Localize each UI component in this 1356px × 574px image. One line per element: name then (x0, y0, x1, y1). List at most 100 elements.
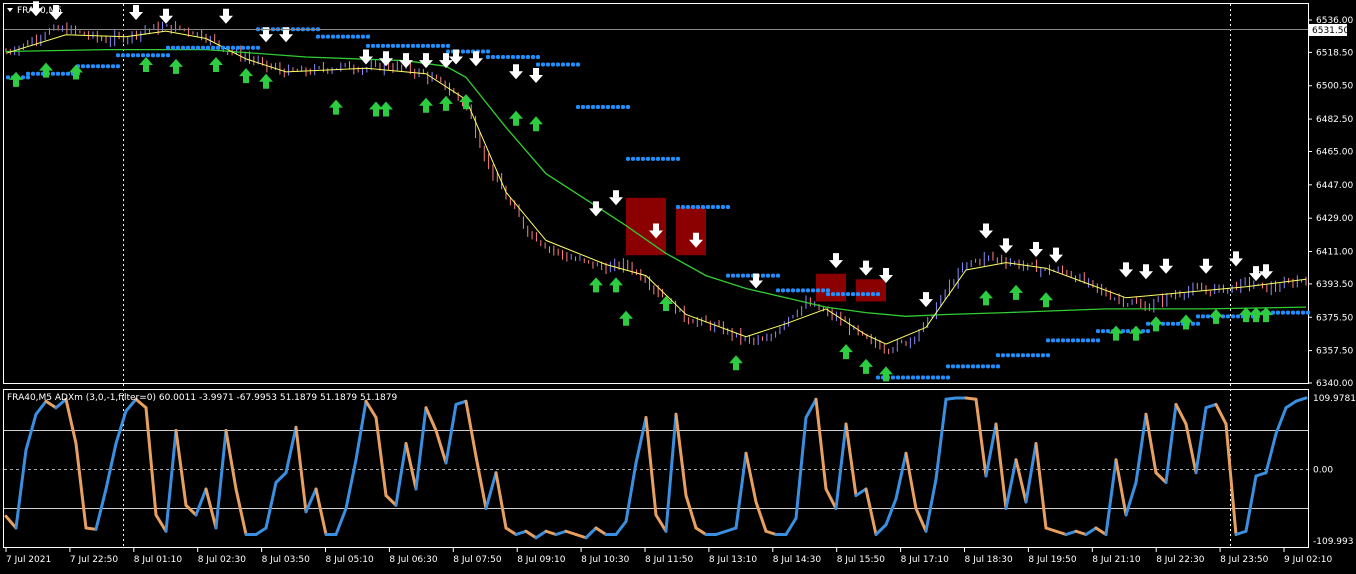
adx-segment (84, 526, 98, 531)
stop-dot (1096, 338, 1100, 343)
zone-box (626, 197, 666, 256)
stop-dot (1171, 321, 1175, 326)
stop-dot (801, 288, 805, 293)
stop-dot (506, 55, 510, 60)
adx-segment (904, 451, 918, 511)
adx-segment (194, 487, 208, 517)
stop-dot (1066, 338, 1070, 343)
stop-dot (166, 53, 170, 58)
adx-segment (564, 529, 578, 537)
up-arrow-icon (879, 366, 893, 382)
stop-dot (376, 43, 380, 48)
stop-dot (971, 364, 975, 369)
stop-dot (191, 45, 195, 50)
stop-dot (1296, 310, 1300, 315)
adx-segment (484, 471, 498, 511)
adx-segment (14, 448, 28, 530)
adx-segment (744, 451, 758, 504)
adx-segment (794, 415, 808, 520)
up-arrow-icon (169, 58, 183, 74)
adx-segment (1144, 412, 1158, 475)
adx-segment (384, 493, 398, 507)
time-tick-label: 8 Jul 19:50 (1028, 555, 1077, 565)
stop-dot (976, 364, 980, 369)
stop-dot (121, 53, 125, 58)
stop-dot (1086, 338, 1090, 343)
stop-dot (671, 156, 675, 161)
stop-dot (621, 105, 625, 110)
stop-dot (1206, 314, 1210, 319)
stop-dot (746, 273, 750, 278)
price-tick-label: 6500.50 (1316, 82, 1353, 92)
stop-dot (1146, 321, 1150, 326)
stop-dot (161, 53, 165, 58)
up-arrow-icon (259, 73, 273, 89)
adx-segment (554, 529, 568, 537)
adx-segment (544, 529, 558, 537)
up-arrow-icon (69, 64, 83, 80)
stop-dot (486, 49, 490, 54)
time-tick-label: 8 Jul 21:10 (1092, 555, 1141, 565)
adx-segment (404, 441, 418, 491)
stop-dot (946, 375, 950, 380)
adx-segment (464, 399, 478, 458)
indicator-tick-label: 109.9781 (1313, 394, 1356, 404)
adx-segment (724, 526, 738, 533)
price-tick-label: 6447.00 (1316, 181, 1353, 191)
down-arrow-icon (159, 8, 173, 24)
stop-dot (501, 55, 505, 60)
adx-segment (684, 493, 698, 530)
down-arrow-icon (1259, 264, 1273, 280)
stop-dot (486, 55, 490, 60)
stop-dot (696, 205, 700, 210)
stop-dot (551, 62, 555, 67)
stop-dot (646, 156, 650, 161)
stop-dot (101, 64, 105, 69)
stop-dot (106, 64, 110, 69)
stop-dot (351, 34, 355, 39)
chart-window[interactable]: 6536.00 6518.50 6500.50 6482.50 6465.00 6447.… (0, 0, 1356, 570)
stop-dot (786, 288, 790, 293)
candles (5, 21, 1307, 355)
adx-segment (854, 487, 868, 497)
stop-dot (966, 364, 970, 369)
stop-dot (826, 292, 830, 297)
adx-segment (1134, 412, 1148, 484)
stop-dot (871, 292, 875, 297)
down-arrow-icon (979, 223, 993, 239)
down-arrow-icon (859, 260, 873, 276)
stop-dot (1081, 338, 1085, 343)
stop-dot (171, 45, 175, 50)
down-arrow-icon (129, 5, 143, 20)
chart-canvas[interactable]: 6536.006518.506500.506482.506465.006447.… (0, 0, 1356, 570)
stop-dot (206, 45, 210, 50)
stop-dot (666, 156, 670, 161)
stop-dot (91, 64, 95, 69)
adx-segment (104, 441, 118, 491)
dropdown-triangle-icon[interactable] (7, 8, 13, 12)
stop-dot (936, 375, 940, 380)
time-tick-label: 8 Jul 18:30 (965, 555, 1014, 565)
stop-dot (446, 43, 450, 48)
stop-dot (446, 49, 450, 54)
up-arrow-icon (1039, 292, 1053, 308)
stop-dot (231, 45, 235, 50)
adx-segment (444, 402, 458, 465)
stop-dot (146, 53, 150, 58)
time-tick-label: 7 Jul 2021 (6, 555, 51, 565)
down-arrow-icon (419, 53, 433, 69)
adx-segment (674, 412, 688, 497)
stop-dot (1031, 353, 1035, 358)
stop-dot (891, 375, 895, 380)
stop-dot (36, 71, 40, 76)
stop-dot (511, 55, 515, 60)
adx-segment (1004, 458, 1018, 511)
adx-segment (974, 397, 988, 478)
adx-segment (914, 507, 928, 533)
down-arrow-icon (399, 53, 413, 69)
stop-dot (1276, 310, 1280, 315)
up-arrow-icon (1129, 325, 1143, 341)
stop-dot (731, 273, 735, 278)
time-tick-label: 8 Jul 03:50 (262, 555, 311, 565)
adx-segment (174, 428, 188, 507)
